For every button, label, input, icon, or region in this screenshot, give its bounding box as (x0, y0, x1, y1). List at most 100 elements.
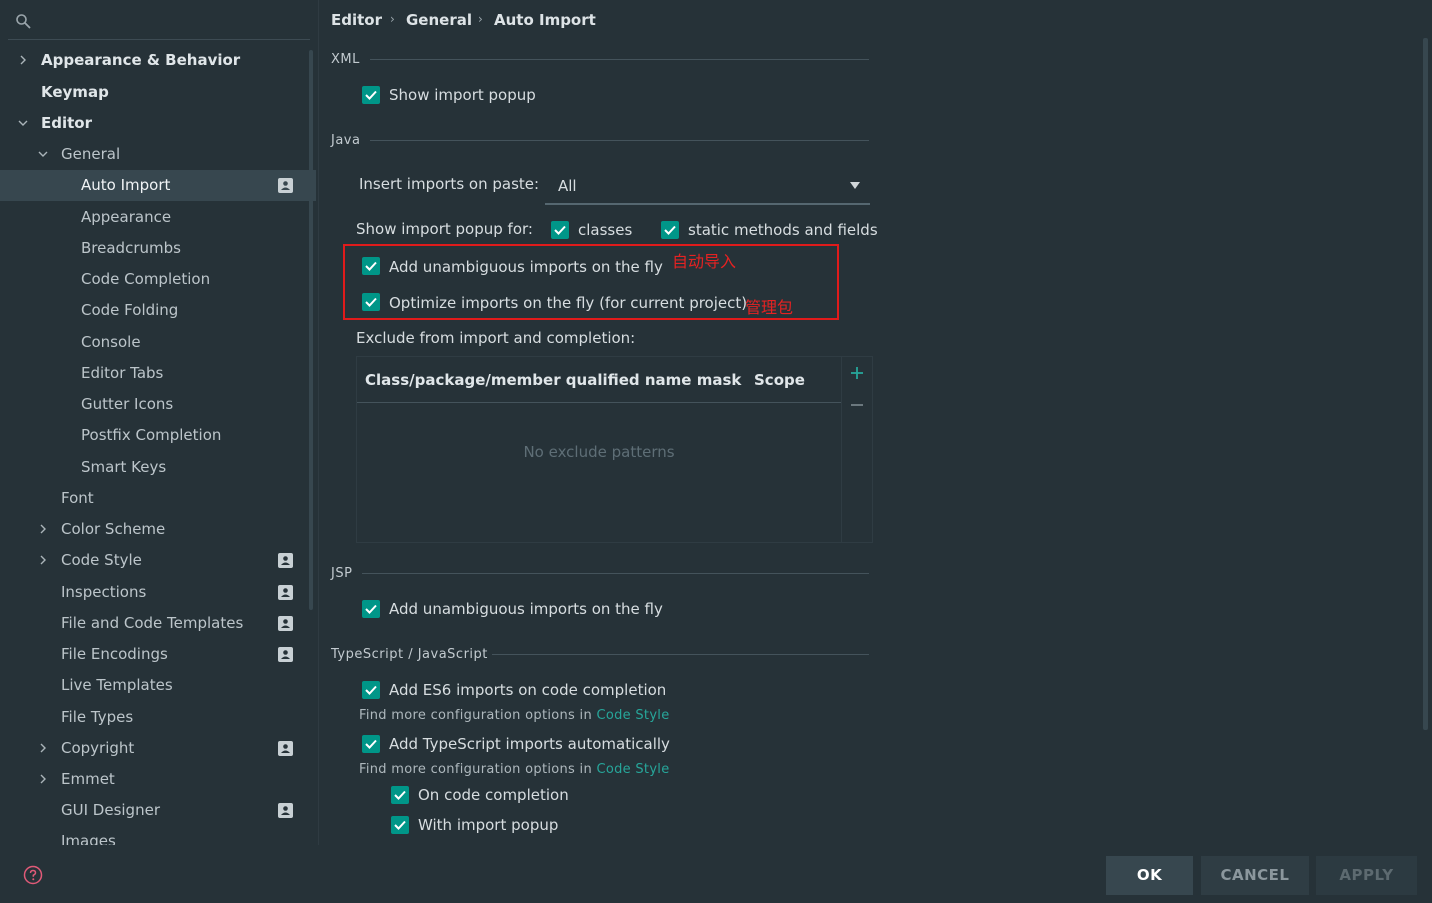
sidebar-item-label: GUI Designer (61, 801, 160, 819)
breadcrumb-separator: › (390, 12, 395, 26)
sidebar-scrollbar[interactable] (309, 50, 313, 610)
hint-text: Find more configuration options in Code … (359, 762, 670, 777)
section-divider (362, 573, 869, 574)
sidebar-item-postfix-completion[interactable]: Postfix Completion (0, 420, 316, 451)
sidebar-item-label: Copyright (61, 739, 135, 757)
insert-imports-dropdown[interactable]: All (545, 170, 870, 205)
check-icon (365, 604, 377, 614)
check-icon (365, 739, 377, 749)
sidebar-item-keymap[interactable]: Keymap (0, 77, 316, 108)
search-box[interactable] (8, 5, 312, 40)
sidebar-item-breadcrumbs[interactable]: Breadcrumbs (0, 233, 316, 264)
sidebar-item-inspections[interactable]: Inspections (0, 577, 316, 608)
sidebar-item-code-style[interactable]: Code Style (0, 545, 316, 576)
sidebar-item-label: Postfix Completion (81, 426, 222, 444)
breadcrumb-editor[interactable]: Editor (331, 11, 382, 29)
sidebar-item-label: Code Folding (81, 301, 179, 319)
sidebar-item-label: General (61, 145, 121, 163)
sidebar-item-code-completion[interactable]: Code Completion (0, 264, 316, 295)
table-header: Class/package/member qualified name mask… (357, 357, 841, 403)
popup-for-label: Show import popup for: (356, 220, 533, 238)
ts-auto-imports-label: Add TypeScript imports automatically (389, 735, 670, 753)
check-icon (365, 90, 377, 100)
sidebar-item-label: Emmet (61, 770, 115, 788)
sidebar-item-file-encodings[interactable]: File Encodings (0, 639, 316, 670)
classes-checkbox[interactable] (551, 221, 569, 239)
on-code-completion-label: On code completion (418, 786, 569, 804)
dialog-footer: OK CANCEL APPLY (0, 845, 1432, 903)
exclude-table[interactable]: Class/package/member qualified name mask… (356, 356, 873, 543)
insert-imports-value: All (558, 177, 577, 195)
section-divider (370, 140, 869, 141)
chevron-right-icon (40, 743, 46, 753)
section-ts-title: TypeScript / JavaScript (331, 647, 488, 662)
sidebar-item-gutter-icons[interactable]: Gutter Icons (0, 389, 316, 420)
with-import-popup-label: With import popup (418, 816, 559, 834)
content-scrollbar[interactable] (1423, 38, 1428, 730)
on-code-completion-checkbox[interactable] (391, 786, 409, 804)
sidebar-item-copyright[interactable]: Copyright (0, 733, 316, 764)
classes-label: classes (578, 221, 633, 239)
sidebar-item-smart-keys[interactable]: Smart Keys (0, 452, 316, 483)
column-header-scope[interactable]: Scope (754, 371, 805, 389)
es6-imports-checkbox[interactable] (362, 681, 380, 699)
chevron-down-icon (18, 120, 28, 126)
section-divider (492, 654, 869, 655)
sidebar-item-appearance[interactable]: Appearance (0, 202, 316, 233)
breadcrumb-general[interactable]: General (406, 11, 472, 29)
cancel-button[interactable]: CANCEL (1201, 856, 1309, 895)
sidebar-item-images[interactable]: Images (0, 826, 316, 845)
search-icon (16, 14, 31, 29)
sidebar-item-emmet[interactable]: Emmet (0, 764, 316, 795)
show-import-popup-checkbox[interactable] (362, 86, 380, 104)
ok-button[interactable]: OK (1106, 856, 1193, 895)
sidebar-item-live-templates[interactable]: Live Templates (0, 670, 316, 701)
with-import-popup-checkbox[interactable] (391, 816, 409, 834)
sidebar-item-font[interactable]: Font (0, 483, 316, 514)
show-import-popup-label: Show import popup (389, 86, 536, 104)
sidebar-item-label: Color Scheme (61, 520, 166, 538)
sidebar-item-label: Gutter Icons (81, 395, 174, 413)
help-icon[interactable] (23, 865, 43, 885)
hint-prefix: Find more configuration options in (359, 762, 593, 777)
annotation-auto-import: 自动导入 (672, 252, 737, 271)
sidebar-item-label: Appearance (81, 208, 172, 226)
sidebar-item-file-types[interactable]: File Types (0, 702, 316, 733)
code-style-link[interactable]: Code Style (596, 708, 669, 723)
project-settings-icon (278, 585, 293, 600)
sidebar-item-file-code-templates[interactable]: File and Code Templates (0, 608, 316, 639)
sidebar-item-editor[interactable]: Editor (0, 108, 316, 139)
check-icon (394, 790, 406, 800)
sidebar-item-label: File Types (61, 708, 134, 726)
sidebar-item-label: Live Templates (61, 676, 173, 694)
sidebar-item-auto-import[interactable]: Auto Import (0, 170, 316, 201)
sidebar-item-editor-tabs[interactable]: Editor Tabs (0, 358, 316, 389)
chevron-down-icon (38, 151, 48, 157)
ts-auto-imports-checkbox[interactable] (362, 735, 380, 753)
sidebar-item-code-folding[interactable]: Code Folding (0, 295, 316, 326)
sidebar-item-appearance-behavior[interactable]: Appearance & Behavior (0, 45, 316, 76)
sidebar-item-label: Code Completion (81, 270, 211, 288)
section-java-title: Java (331, 133, 361, 148)
sidebar-item-label: Smart Keys (81, 458, 167, 476)
static-methods-checkbox[interactable] (661, 221, 679, 239)
project-settings-icon (278, 741, 293, 756)
sidebar-item-console[interactable]: Console (0, 327, 316, 358)
project-settings-icon (278, 553, 293, 568)
sidebar-item-label: File Encodings (61, 645, 168, 663)
apply-button[interactable]: APPLY (1316, 856, 1417, 895)
jsp-add-unambiguous-checkbox[interactable] (362, 600, 380, 618)
settings-sidebar: Appearance & Behavior Keymap Editor Gene… (0, 0, 319, 845)
code-style-link[interactable]: Code Style (596, 762, 669, 777)
remove-icon[interactable] (850, 398, 864, 412)
search-input[interactable] (38, 10, 312, 34)
chevron-right-icon (40, 774, 46, 784)
sidebar-item-gui-designer[interactable]: GUI Designer (0, 795, 316, 826)
static-methods-label: static methods and fields (688, 221, 878, 239)
sidebar-item-general[interactable]: General (0, 139, 316, 170)
chevron-right-icon (20, 55, 26, 65)
column-header-mask[interactable]: Class/package/member qualified name mask (365, 371, 741, 389)
add-icon[interactable] (850, 366, 864, 380)
sidebar-item-color-scheme[interactable]: Color Scheme (0, 514, 316, 545)
dropdown-arrow-icon (850, 182, 860, 189)
